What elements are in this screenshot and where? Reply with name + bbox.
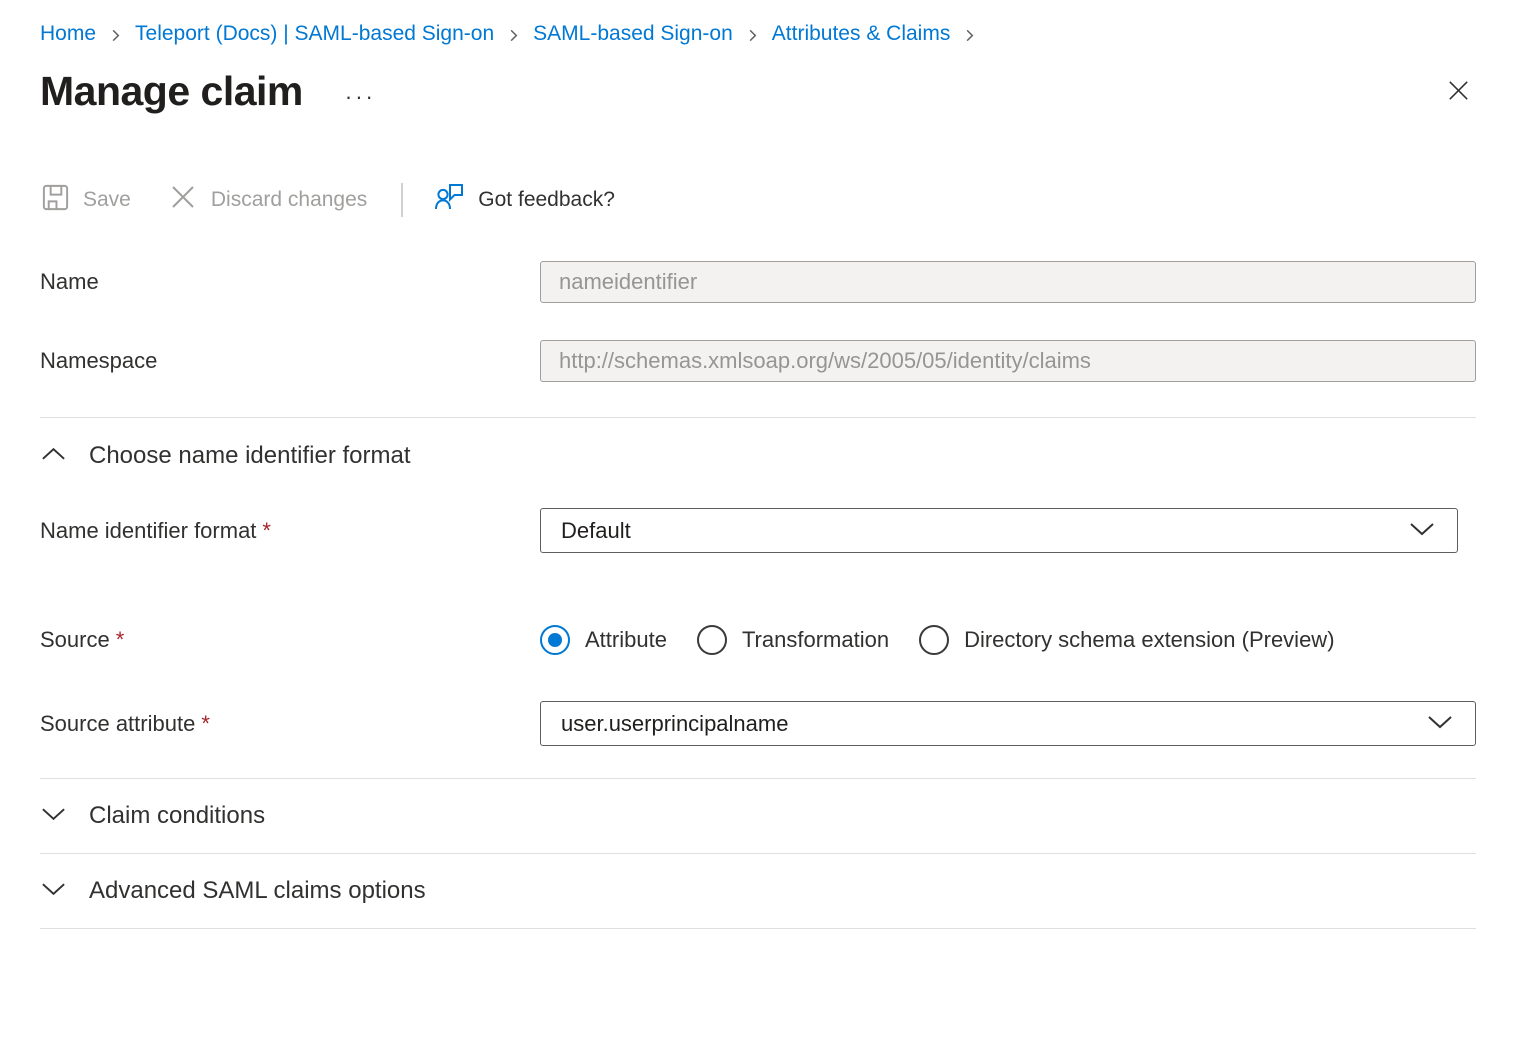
radio-transformation[interactable]: Transformation xyxy=(697,625,889,655)
source-radio-group: Attribute Transformation Directory schem… xyxy=(540,625,1476,655)
name-identifier-format-label: Name identifier format* xyxy=(40,518,540,544)
source-label: Source* xyxy=(40,627,540,653)
discard-x-icon xyxy=(167,181,199,219)
save-label: Save xyxy=(83,188,131,212)
name-identifier-section-title: Choose name identifier format xyxy=(89,442,411,470)
radio-transformation-label: Transformation xyxy=(742,627,889,653)
claim-conditions-title: Claim conditions xyxy=(89,802,265,830)
name-field-row: Name xyxy=(40,261,1476,303)
chevron-right-icon xyxy=(506,28,521,43)
breadcrumb-link-attributes-claims[interactable]: Attributes & Claims xyxy=(772,22,951,46)
advanced-saml-options-section-header[interactable]: Advanced SAML claims options xyxy=(40,854,1476,928)
manage-claim-panel: Home Teleport (Docs) | SAML-based Sign-o… xyxy=(0,0,1516,929)
namespace-label: Namespace xyxy=(40,348,540,374)
chevron-right-icon xyxy=(745,28,760,43)
required-marker: * xyxy=(262,518,271,543)
discard-changes-label: Discard changes xyxy=(211,188,367,212)
discard-changes-button[interactable]: Discard changes xyxy=(167,181,367,219)
name-identifier-format-row: Name identifier format* Default xyxy=(40,508,1476,553)
page-title: Manage claim xyxy=(40,68,303,115)
namespace-field-row: Namespace xyxy=(40,340,1476,382)
required-marker: * xyxy=(201,711,210,736)
section-divider xyxy=(40,928,1476,929)
breadcrumb-link-app[interactable]: Teleport (Docs) | SAML-based Sign-on xyxy=(135,22,494,46)
more-options-button[interactable]: ··· xyxy=(345,84,376,110)
chevron-down-icon xyxy=(1407,518,1437,544)
command-bar: Save Discard changes Got feedback? xyxy=(40,177,1476,223)
chevron-right-icon xyxy=(108,28,123,43)
source-attribute-dropdown[interactable]: user.userprincipalname xyxy=(540,701,1476,746)
save-icon xyxy=(40,182,71,219)
radio-attribute[interactable]: Attribute xyxy=(540,625,667,655)
radio-attribute-label: Attribute xyxy=(585,627,667,653)
breadcrumb-link-home[interactable]: Home xyxy=(40,22,96,46)
title-row: Manage claim ··· xyxy=(40,68,1476,115)
chevron-right-icon xyxy=(962,28,977,43)
chevron-down-icon xyxy=(1425,711,1455,737)
source-attribute-label: Source attribute* xyxy=(40,711,540,737)
source-attribute-row: Source attribute* user.userprincipalname xyxy=(40,701,1476,746)
breadcrumb: Home Teleport (Docs) | SAML-based Sign-o… xyxy=(40,22,1476,46)
chevron-down-icon xyxy=(40,879,67,904)
save-button[interactable]: Save xyxy=(40,182,131,219)
radio-circle-icon xyxy=(540,625,570,655)
chevron-up-icon xyxy=(40,444,67,469)
got-feedback-button[interactable]: Got feedback? xyxy=(433,181,615,220)
radio-directory-schema-extension-label: Directory schema extension (Preview) xyxy=(964,627,1334,653)
breadcrumb-link-saml-signon[interactable]: SAML-based Sign-on xyxy=(533,22,733,46)
advanced-saml-options-title: Advanced SAML claims options xyxy=(89,877,426,905)
close-icon xyxy=(1445,92,1472,107)
name-label: Name xyxy=(40,269,540,295)
radio-circle-icon xyxy=(697,625,727,655)
section-divider xyxy=(40,417,1476,418)
namespace-input[interactable] xyxy=(540,340,1476,382)
radio-directory-schema-extension[interactable]: Directory schema extension (Preview) xyxy=(919,625,1334,655)
claim-conditions-section-header[interactable]: Claim conditions xyxy=(40,779,1476,853)
name-identifier-section-header[interactable]: Choose name identifier format xyxy=(40,442,1476,470)
source-attribute-value: user.userprincipalname xyxy=(561,711,788,737)
source-row: Source* Attribute Transformation Directo… xyxy=(40,625,1476,655)
chevron-down-icon xyxy=(40,804,67,829)
close-button[interactable] xyxy=(1441,73,1476,111)
required-marker: * xyxy=(116,627,125,652)
name-input[interactable] xyxy=(540,261,1476,303)
name-identifier-format-value: Default xyxy=(561,518,631,544)
name-identifier-format-dropdown[interactable]: Default xyxy=(540,508,1458,553)
feedback-person-icon xyxy=(433,181,466,220)
toolbar-divider xyxy=(401,183,403,217)
radio-circle-icon xyxy=(919,625,949,655)
got-feedback-label: Got feedback? xyxy=(478,188,615,212)
